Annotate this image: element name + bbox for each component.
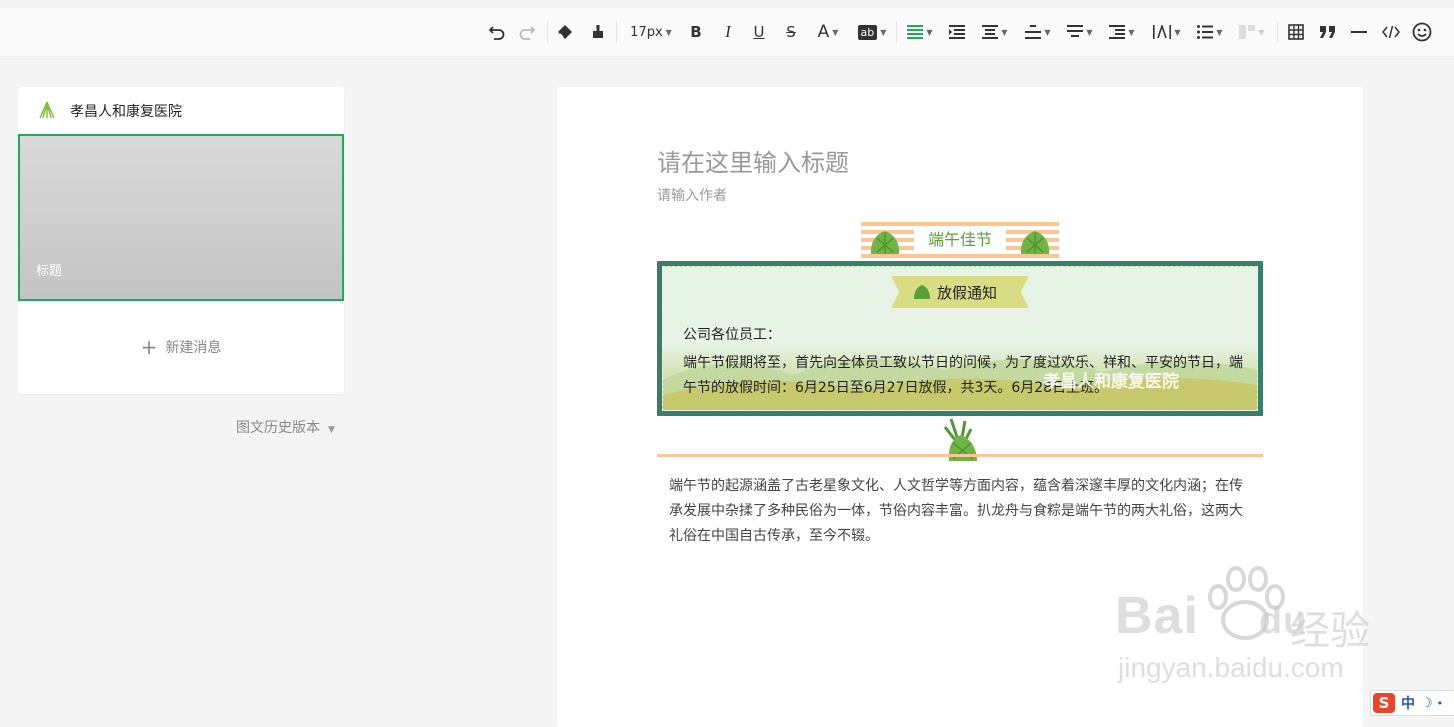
editor-toolbar: 17px ▼ B I U S A ▼ ab ▼ ▼ ▼ ▼ ▼ ▼ ▼ ▼ ▼ bbox=[0, 8, 1454, 57]
festival-banner: 端午佳节 bbox=[861, 222, 1059, 259]
letter-spacing-icon[interactable]: ▼ bbox=[1150, 18, 1184, 46]
chevron-down-icon: ▼ bbox=[1258, 27, 1265, 37]
plus-icon: + bbox=[140, 335, 158, 359]
divider-line-icon[interactable] bbox=[1348, 18, 1370, 46]
line-spacing-icon[interactable]: ▼ bbox=[1022, 18, 1054, 46]
baidu-watermark-brand: Bai du bbox=[1115, 586, 1307, 646]
indent-size-icon[interactable]: ▼ bbox=[1106, 18, 1138, 46]
chevron-down-icon: ▼ bbox=[1044, 27, 1051, 37]
zongzi-icon bbox=[870, 231, 900, 254]
emoji-icon[interactable] bbox=[1411, 18, 1433, 46]
list-icon[interactable]: ▼ bbox=[1194, 18, 1226, 46]
align-center-icon[interactable]: ▼ bbox=[979, 18, 1011, 46]
article-thumbnail[interactable]: 标题 bbox=[18, 134, 344, 301]
underline-button[interactable]: U bbox=[749, 18, 769, 46]
paragraph-spacing-icon[interactable]: ▼ bbox=[1064, 18, 1096, 46]
table-icon[interactable] bbox=[1285, 18, 1307, 46]
chevron-down-icon: ▼ bbox=[1174, 27, 1181, 37]
thumbnail-title: 标题 bbox=[36, 264, 63, 279]
account-name: 孝昌人和康复医院 bbox=[70, 103, 182, 119]
undo-icon[interactable] bbox=[486, 18, 508, 46]
code-icon[interactable] bbox=[1380, 18, 1402, 46]
bold-button[interactable]: B bbox=[686, 18, 706, 46]
notice-tag: 放假通知 bbox=[891, 276, 1029, 308]
baidu-watermark-jingyan: 经验 bbox=[1290, 608, 1370, 654]
zongzi-icon bbox=[914, 285, 930, 299]
chevron-down-icon: ▼ bbox=[665, 27, 672, 37]
zongzi-icon bbox=[1020, 231, 1050, 254]
author-input[interactable]: 请输入作者 bbox=[657, 185, 727, 205]
new-message-label: 新建消息 bbox=[165, 340, 222, 356]
chevron-down-icon: ▼ bbox=[1128, 27, 1135, 37]
font-size-select[interactable]: 17px ▼ bbox=[626, 18, 676, 46]
history-version-dropdown[interactable]: 图文历史版本 ▼ bbox=[236, 417, 335, 437]
font-color-button[interactable]: A ▼ bbox=[812, 18, 844, 46]
chevron-down-icon: ▼ bbox=[926, 27, 933, 37]
highlight-label: ab bbox=[857, 24, 878, 40]
strikethrough-button[interactable]: S bbox=[781, 18, 801, 46]
account-logo-icon bbox=[39, 101, 55, 119]
indent-icon[interactable] bbox=[946, 18, 968, 46]
decorative-divider bbox=[657, 454, 1263, 457]
chevron-down-icon: ▼ bbox=[880, 27, 887, 37]
title-input[interactable]: 请在这里输入标题 bbox=[657, 143, 849, 178]
sogou-logo-icon: S bbox=[1373, 693, 1395, 713]
italic-button[interactable]: I bbox=[718, 18, 738, 46]
font-size-value: 17px bbox=[630, 24, 663, 40]
eraser-icon[interactable] bbox=[554, 18, 576, 46]
chevron-down-icon: ▼ bbox=[328, 425, 335, 435]
message-list-card: 孝昌人和康复医院 标题 + 新建消息 bbox=[18, 87, 344, 394]
align-left-icon[interactable]: ▼ bbox=[904, 18, 936, 46]
account-header: 孝昌人和康复医院 bbox=[18, 87, 344, 133]
columns-icon[interactable]: ▼ bbox=[1236, 18, 1268, 46]
notice-inner: 放假通知 公司各位员工： 端午节假期将至，首先向全体员工致以节日的问候，为了度过… bbox=[662, 266, 1258, 411]
baidu-brand-bai: Bai bbox=[1115, 587, 1199, 645]
quote-icon[interactable] bbox=[1317, 18, 1339, 46]
chevron-down-icon: ▼ bbox=[832, 27, 839, 37]
holiday-notice-box: 放假通知 公司各位员工： 端午节假期将至，首先向全体员工致以节日的问候，为了度过… bbox=[657, 261, 1263, 416]
font-color-label: A bbox=[817, 22, 830, 42]
chevron-down-icon: ▼ bbox=[1086, 27, 1093, 37]
dot-icon: • bbox=[1436, 696, 1444, 710]
highlight-button[interactable]: ab ▼ bbox=[855, 18, 889, 46]
new-message-button[interactable]: + 新建消息 bbox=[18, 335, 344, 359]
notice-greeting: 公司各位员工： bbox=[683, 327, 781, 343]
account-watermark: 孝昌人和康复医院 bbox=[1043, 372, 1179, 392]
ime-mode: 中 bbox=[1401, 696, 1415, 712]
redo-icon[interactable] bbox=[516, 18, 538, 46]
banner-label: 端午佳节 bbox=[914, 227, 1006, 253]
notice-tag-label: 放假通知 bbox=[937, 284, 998, 302]
format-brush-icon[interactable] bbox=[587, 18, 609, 46]
history-label: 图文历史版本 bbox=[236, 420, 320, 436]
chevron-down-icon: ▼ bbox=[1001, 27, 1008, 37]
article-paragraph[interactable]: 端午节的起源涵盖了古老星象文化、人文哲学等方面内容，蕴含着深邃丰厚的文化内涵；在… bbox=[669, 474, 1249, 549]
chevron-down-icon: ▼ bbox=[1216, 27, 1223, 37]
baidu-watermark-url: jingyan.baidu.com bbox=[1118, 652, 1344, 683]
ime-status-bar[interactable]: S 中 ☽ • bbox=[1370, 690, 1454, 716]
moon-icon: ☽ bbox=[1421, 695, 1433, 711]
